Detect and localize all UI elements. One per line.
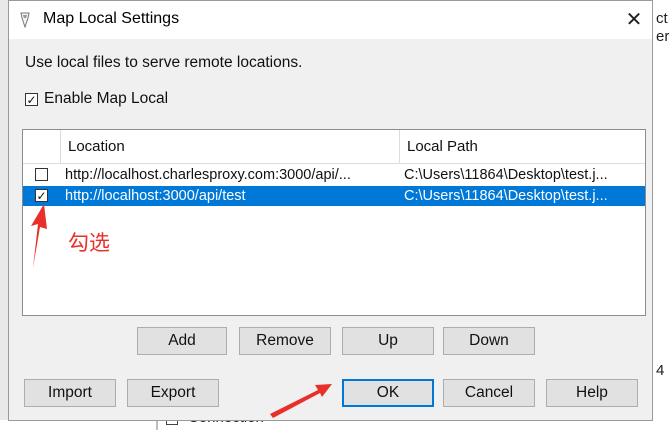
remove-button[interactable]: Remove <box>239 327 331 355</box>
table-row[interactable]: http://localhost.charlesproxy.com:3000/a… <box>23 165 645 185</box>
add-button[interactable]: Add <box>137 327 227 355</box>
dialog-description: Use local files to serve remote location… <box>25 54 303 71</box>
background-text-fragment: 4 <box>656 362 665 379</box>
enable-map-local-label[interactable]: Enable Map Local <box>44 90 168 108</box>
map-local-settings-dialog: Map Local Settings ✕ Use local files to … <box>8 0 653 421</box>
row-location: http://localhost.charlesproxy.com:3000/a… <box>65 167 351 183</box>
column-header-checkbox[interactable] <box>23 130 60 163</box>
table-header: Location Local Path <box>23 130 645 164</box>
column-header-local-path[interactable]: Local Path <box>399 130 645 163</box>
mappings-table: Location Local Path http://localhost.cha… <box>22 129 646 316</box>
move-down-button[interactable]: Down <box>443 327 535 355</box>
cancel-button[interactable]: Cancel <box>443 379 535 407</box>
table-row-selected[interactable]: ✓ http://localhost:3000/api/test C:\User… <box>23 186 645 206</box>
dialog-title: Map Local Settings <box>43 10 180 27</box>
move-up-button[interactable]: Up <box>342 327 434 355</box>
background-window-bottom <box>0 420 670 430</box>
row-location: http://localhost:3000/api/test <box>65 188 246 204</box>
close-icon[interactable]: ✕ <box>616 1 652 37</box>
background-divider <box>156 420 158 430</box>
help-button[interactable]: Help <box>546 379 638 407</box>
column-header-location[interactable]: Location <box>60 130 399 163</box>
background-text-fragment: ct <box>656 10 668 27</box>
row-enable-checkbox[interactable] <box>35 168 48 181</box>
row-enable-checkbox[interactable]: ✓ <box>35 189 48 202</box>
import-button[interactable]: Import <box>24 379 116 407</box>
annotation-label: 勾选 <box>68 231 110 255</box>
ok-button[interactable]: OK <box>342 379 434 407</box>
charles-app-icon <box>20 12 30 28</box>
row-local-path: C:\Users\11864\Desktop\test.j... <box>404 188 608 204</box>
export-button[interactable]: Export <box>127 379 219 407</box>
enable-map-local-checkbox[interactable]: ✓ <box>25 93 38 106</box>
title-bar[interactable]: Map Local Settings ✕ <box>9 1 652 39</box>
row-local-path: C:\Users\11864\Desktop\test.j... <box>404 167 608 183</box>
background-text-fragment: er <box>656 28 670 45</box>
